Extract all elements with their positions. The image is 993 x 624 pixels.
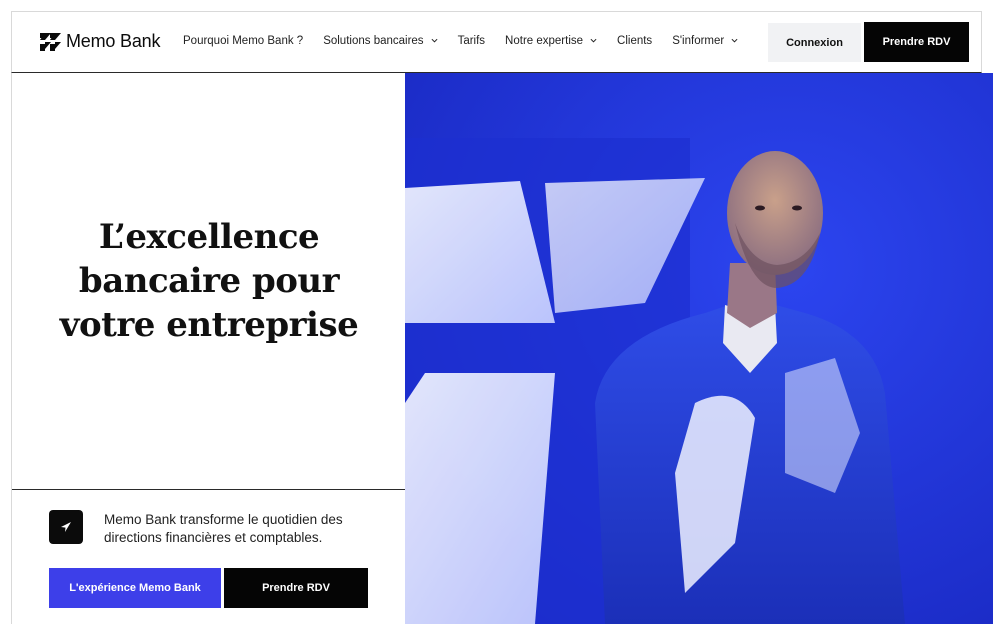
headline-line: votre entreprise [59, 305, 359, 345]
chevron-down-icon [731, 38, 738, 43]
headline-line: L’excellence [98, 217, 320, 257]
nav-item-label: Pourquoi Memo Bank ? [183, 35, 304, 47]
main-menu: Pourquoi Memo Bank ? Solutions bancaires… [183, 35, 758, 47]
top-navigation: Memo Bank Pourquoi Memo Bank ? Solutions… [11, 11, 982, 73]
book-appointment-button[interactable]: Prendre RDV [864, 22, 969, 62]
flag-icon [49, 510, 83, 544]
nav-item-label: Notre expertise [505, 35, 584, 47]
headline-line: bancaire pour [78, 261, 340, 301]
nav-item-label: Clients [617, 35, 653, 47]
book-appointment-button-secondary[interactable]: Prendre RDV [224, 568, 368, 608]
hero-portrait-image [405, 73, 993, 624]
login-button[interactable]: Connexion [768, 23, 861, 62]
memo-bank-logo-icon [40, 32, 61, 51]
nav-item-pourquoi[interactable]: Pourquoi Memo Bank ? [183, 35, 303, 47]
nav-item-label: Tarifs [457, 35, 486, 47]
nav-item-clients[interactable]: Clients [617, 35, 652, 47]
portrait-photo-icon [405, 73, 993, 624]
hero-tagline: Memo Bank transforme le quotidien des di… [104, 512, 343, 545]
nav-item-label: S'informer [672, 35, 725, 47]
brand-name: Memo Bank [66, 31, 161, 51]
chevron-down-icon [431, 38, 438, 43]
chevron-down-icon [590, 38, 597, 43]
section-divider [12, 489, 406, 490]
page-edge [982, 0, 993, 73]
nav-item-solutions[interactable]: Solutions bancaires [323, 35, 438, 47]
nav-item-expertise[interactable]: Notre expertise [505, 35, 597, 47]
hero-text-panel: L’excellence bancaire pour votre entrepr… [11, 73, 406, 624]
nav-item-sinformer[interactable]: S'informer [672, 35, 738, 47]
brand-logo[interactable]: Memo Bank [39, 31, 160, 52]
experience-button[interactable]: L'expérience Memo Bank [49, 568, 221, 608]
nav-item-label: Solutions bancaires [323, 35, 424, 47]
nav-item-tarifs[interactable]: Tarifs [458, 35, 485, 47]
hero-headline: L’excellence bancaire pour votre entrepr… [12, 215, 406, 347]
